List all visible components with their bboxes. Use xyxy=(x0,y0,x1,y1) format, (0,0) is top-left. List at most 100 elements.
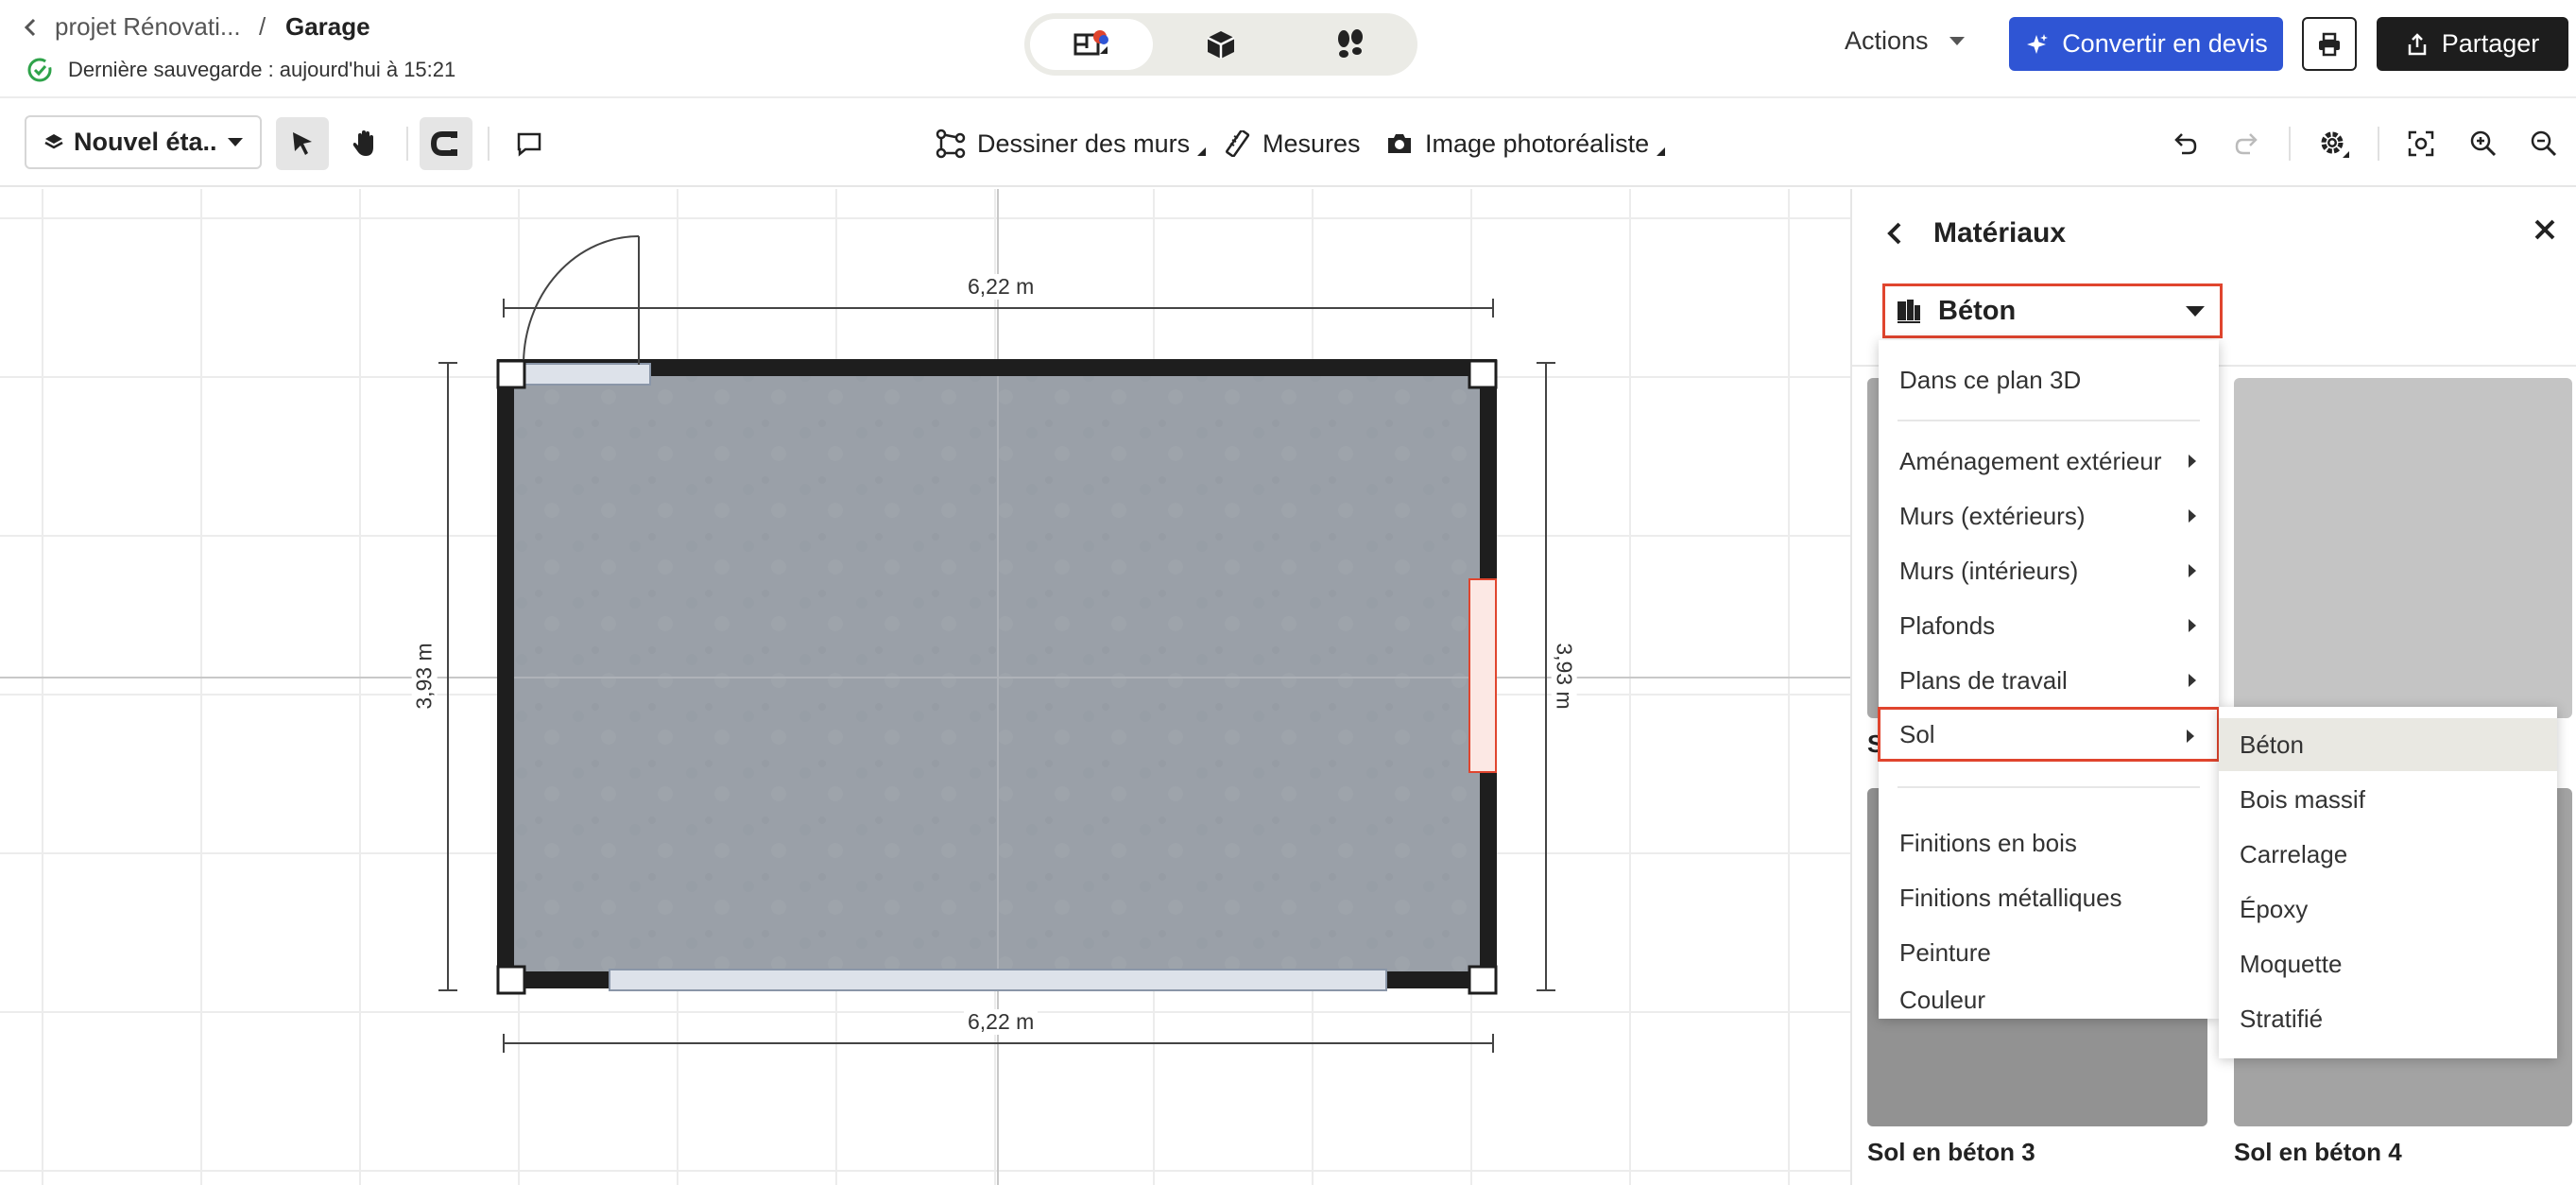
expand-corner-icon xyxy=(1657,146,1666,156)
menu-item-metal-finishes[interactable]: Finitions métalliques xyxy=(1879,871,2219,924)
menu-item-label: Couleur xyxy=(1899,985,1986,1014)
convert-label: Convertir en devis xyxy=(2062,29,2268,58)
draw-walls-button[interactable]: Dessiner des murs xyxy=(936,121,1207,166)
view-mode-switch xyxy=(1024,13,1417,76)
material-category-select[interactable]: Béton xyxy=(1882,283,2223,338)
menu-item-floor[interactable]: Sol xyxy=(1878,707,2220,762)
material-select-label: Béton xyxy=(1938,295,2017,326)
camera-icon xyxy=(1388,134,1411,153)
photo-render-button[interactable]: Image photoréaliste xyxy=(1385,121,1666,166)
redo-button[interactable] xyxy=(2224,121,2270,166)
submenu-arrow-icon xyxy=(2189,619,2196,632)
back-chevron-icon[interactable] xyxy=(19,13,43,42)
panel-close-button[interactable] xyxy=(2531,215,2559,244)
walkthrough-button[interactable] xyxy=(1289,19,1412,70)
submenu-item-solid-wood[interactable]: Bois massif xyxy=(2219,773,2557,826)
menu-item-color[interactable]: Couleur xyxy=(1879,981,2219,1019)
menu-separator xyxy=(1898,786,2200,788)
gear-icon xyxy=(2317,128,2349,158)
dimension-right-label: 3,93 m xyxy=(1551,639,1577,713)
material-book-icon xyxy=(1898,300,1920,325)
panel-back-button[interactable] xyxy=(1880,217,1909,249)
share-label: Partager xyxy=(2441,29,2540,58)
comment-tool-button[interactable] xyxy=(503,117,556,170)
pan-tool-button[interactable] xyxy=(338,117,391,170)
convert-to-quote-button[interactable]: Convertir en devis xyxy=(2009,17,2283,71)
actions-label: Actions xyxy=(1845,26,1929,55)
print-button[interactable] xyxy=(2302,17,2357,71)
undo-button[interactable] xyxy=(2162,121,2207,166)
submenu-item-label: Époxy xyxy=(2240,894,2309,923)
breadcrumb-project[interactable]: projet Rénovati... xyxy=(55,12,241,42)
menu-item-ceilings[interactable]: Plafonds xyxy=(1879,599,2219,652)
corner-handle[interactable] xyxy=(1468,965,1498,995)
redo-icon xyxy=(2233,130,2261,157)
measures-label: Mesures xyxy=(1262,129,1361,158)
menu-item-wood-finishes[interactable]: Finitions en bois xyxy=(1879,816,2219,869)
menu-item-label: Peinture xyxy=(1899,937,1991,967)
submenu-arrow-icon xyxy=(2189,509,2196,523)
submenu-item-carpet[interactable]: Moquette xyxy=(2219,937,2557,990)
check-circle-icon xyxy=(26,57,53,83)
menu-item-label: Plans de travail xyxy=(1899,665,2068,695)
floor-label: Nouvel éta... xyxy=(74,128,218,156)
material-tile[interactable] xyxy=(2234,378,2572,718)
menu-item-interior-walls[interactable]: Murs (intérieurs) xyxy=(1879,544,2219,597)
photo-render-label: Image photoréaliste xyxy=(1425,129,1650,158)
measures-button[interactable]: Mesures xyxy=(1225,121,1361,166)
share-upload-icon xyxy=(2406,32,2429,57)
window-selected[interactable] xyxy=(1468,578,1497,773)
submenu-item-laminate[interactable]: Stratifié xyxy=(2219,992,2557,1045)
door-opening[interactable] xyxy=(522,363,651,386)
menu-item-paint[interactable]: Peinture xyxy=(1879,926,2219,979)
menu-item-label: Sol xyxy=(1899,719,1935,748)
printer-icon xyxy=(2319,31,2340,58)
undo-icon xyxy=(2171,130,2199,157)
menu-item-worktops[interactable]: Plans de travail xyxy=(1879,654,2219,707)
zoom-out-button[interactable] xyxy=(2521,121,2567,166)
corner-handle[interactable] xyxy=(496,359,526,389)
cursor-arrow-icon xyxy=(293,132,312,155)
corner-handle[interactable] xyxy=(1468,359,1498,389)
menu-item-label: Finitions métalliques xyxy=(1899,883,2122,912)
garage-door-opening[interactable] xyxy=(609,969,1387,991)
settings-button[interactable] xyxy=(2311,121,2357,166)
material-category-menu: Dans ce plan 3D Aménagement extérieur Mu… xyxy=(1878,340,2220,1019)
floor-selector[interactable]: Nouvel éta... xyxy=(25,115,262,169)
floor-plan-canvas[interactable]: 6,22 m 6,22 m 3,93 m 3,93 m xyxy=(0,189,1850,1185)
share-button[interactable]: Partager xyxy=(2377,17,2568,71)
layers-icon xyxy=(43,133,64,153)
submenu-item-concrete[interactable]: Béton xyxy=(2219,718,2557,771)
menu-item-label: Finitions en bois xyxy=(1899,828,2077,857)
comment-icon xyxy=(515,129,543,158)
submenu-arrow-icon xyxy=(2189,455,2196,468)
magnet-snap-toggle[interactable] xyxy=(420,117,472,170)
corner-handle[interactable] xyxy=(496,965,526,995)
toolbar-divider xyxy=(2289,127,2291,161)
submenu-item-tiles[interactable]: Carrelage xyxy=(2219,828,2557,881)
select-tool-button[interactable] xyxy=(276,117,329,170)
menu-item-label: Plafonds xyxy=(1899,610,1996,640)
draw-walls-icon xyxy=(936,129,966,159)
focus-frame-icon xyxy=(2407,129,2435,158)
menu-separator xyxy=(1898,420,2200,421)
submenu-item-label: Moquette xyxy=(2240,949,2343,978)
menu-item-label: Aménagement extérieur xyxy=(1899,446,2162,475)
zoom-in-button[interactable] xyxy=(2461,121,2506,166)
menu-item-exterior-walls[interactable]: Murs (extérieurs) xyxy=(1879,489,2219,542)
breadcrumb-separator: / xyxy=(259,12,266,41)
dimension-bottom-label: 6,22 m xyxy=(964,1009,1039,1035)
submenu-item-label: Bois massif xyxy=(2240,784,2365,814)
hand-icon xyxy=(352,130,373,156)
submenu-item-epoxy[interactable]: Époxy xyxy=(2219,883,2557,936)
view-2d-button[interactable] xyxy=(1030,19,1153,70)
fit-view-button[interactable] xyxy=(2398,121,2444,166)
submenu-arrow-icon xyxy=(2189,564,2196,577)
actions-menu-button[interactable]: Actions xyxy=(1845,26,1965,56)
material-tile-label: Sol en béton 3 xyxy=(1867,1138,2035,1166)
menu-item-label: Murs (intérieurs) xyxy=(1899,556,2079,585)
menu-item-in-plan[interactable]: Dans ce plan 3D xyxy=(1879,353,2219,406)
view-3d-button[interactable] xyxy=(1159,19,1282,70)
menu-item-outdoor[interactable]: Aménagement extérieur xyxy=(1879,435,2219,488)
panel-title: Matériaux xyxy=(1933,217,2067,249)
